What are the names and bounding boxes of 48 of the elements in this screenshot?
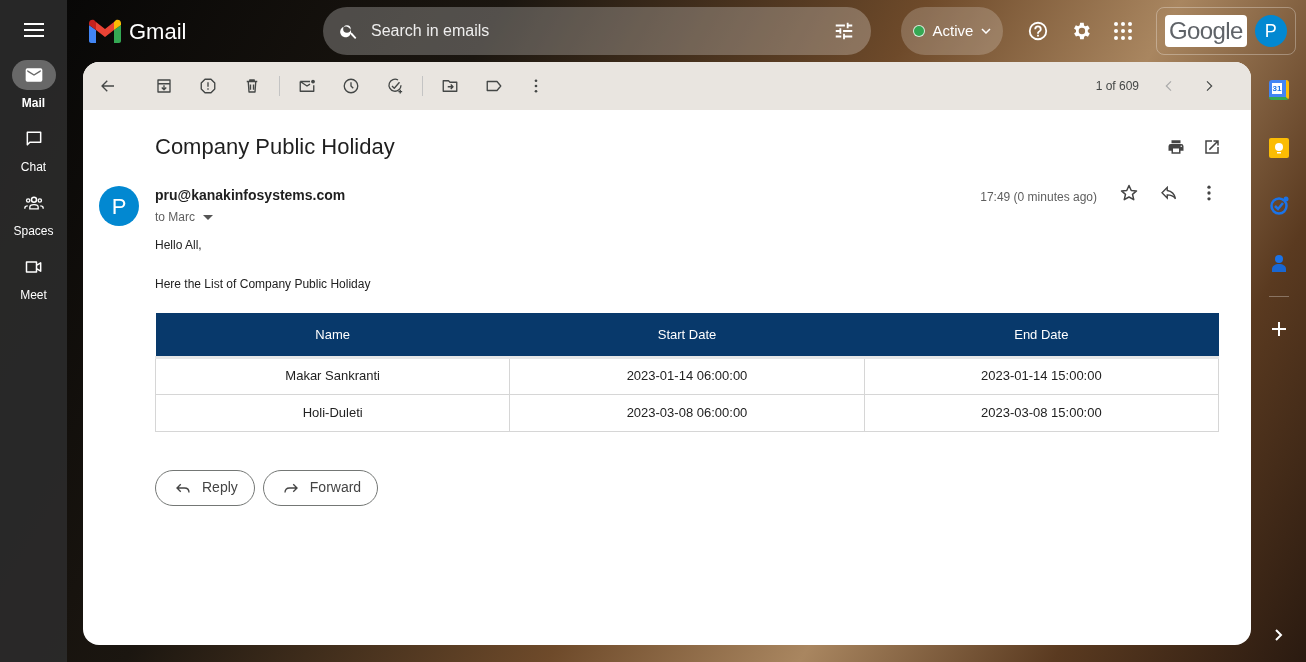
email-time: 17:49 (0 minutes ago) [980,189,1097,206]
people-group-icon[interactable] [23,193,44,213]
app-name: Gmail [129,17,187,46]
column-header: Start Date [509,313,865,357]
move-to-folder-icon[interactable] [441,77,459,95]
sender-email: pru@kanakinfosystems.com [155,186,346,205]
table-cell: 2023-01-14 06:00:00 [509,357,865,394]
table-cell: 2023-03-08 15:00:00 [864,394,1219,431]
body-paragraph: Hello All, [155,237,203,254]
recipient-label: to Marc [155,209,195,226]
print-icon[interactable] [1167,137,1185,156]
help-icon[interactable] [1027,20,1049,42]
mail-with-dot-icon[interactable] [298,77,316,95]
rail-item[interactable]: Spaces [11,188,56,240]
task-add-icon[interactable] [386,77,404,95]
filter-sliders-icon[interactable] [833,20,855,42]
table-cell: Makar Sankranti [155,357,510,394]
table-cell: Holi-Duleti [155,394,510,431]
calendar-icon[interactable]: 31 [1268,80,1289,100]
clock-icon[interactable] [342,77,360,95]
open-in-new-window-icon[interactable] [1203,137,1221,156]
star-icon[interactable] [1119,183,1139,203]
apps-grid-icon[interactable] [1114,22,1132,40]
report-spam-icon[interactable] [199,77,217,95]
lightbulb-note-icon[interactable] [1268,138,1289,158]
dropdown-caret-icon[interactable] [203,214,213,220]
table-cell: 2023-01-14 15:00:00 [864,357,1219,394]
table-cell: 2023-03-08 06:00:00 [509,394,865,431]
search-field[interactable]: Search in emails [371,19,821,43]
brand-label: Google [1165,15,1247,47]
sender-avatar: P [99,186,139,226]
pagination-count: 1 of 609 [1095,78,1139,95]
gmail-logo-icon [89,19,121,43]
rail-item[interactable]: Chat [11,124,56,176]
task-check-icon[interactable] [1268,196,1289,216]
rail-item[interactable]: Meet [11,252,56,304]
email-subject: Company Public Holiday [155,133,395,161]
account-area[interactable]: Google P [1156,7,1296,55]
mail-icon[interactable] [23,65,44,85]
status-button[interactable]: Active [901,7,1003,55]
archive-icon[interactable] [155,77,173,95]
chevron-right-icon[interactable] [1274,629,1283,641]
chevron-down-icon [981,28,992,34]
body-paragraph: Here the List of Company Public Holiday [155,276,372,293]
add-icon[interactable] [1270,321,1287,337]
column-header: End Date [864,313,1219,357]
column-header: Name [155,313,510,357]
search-bar[interactable]: Search in emails [323,7,871,55]
